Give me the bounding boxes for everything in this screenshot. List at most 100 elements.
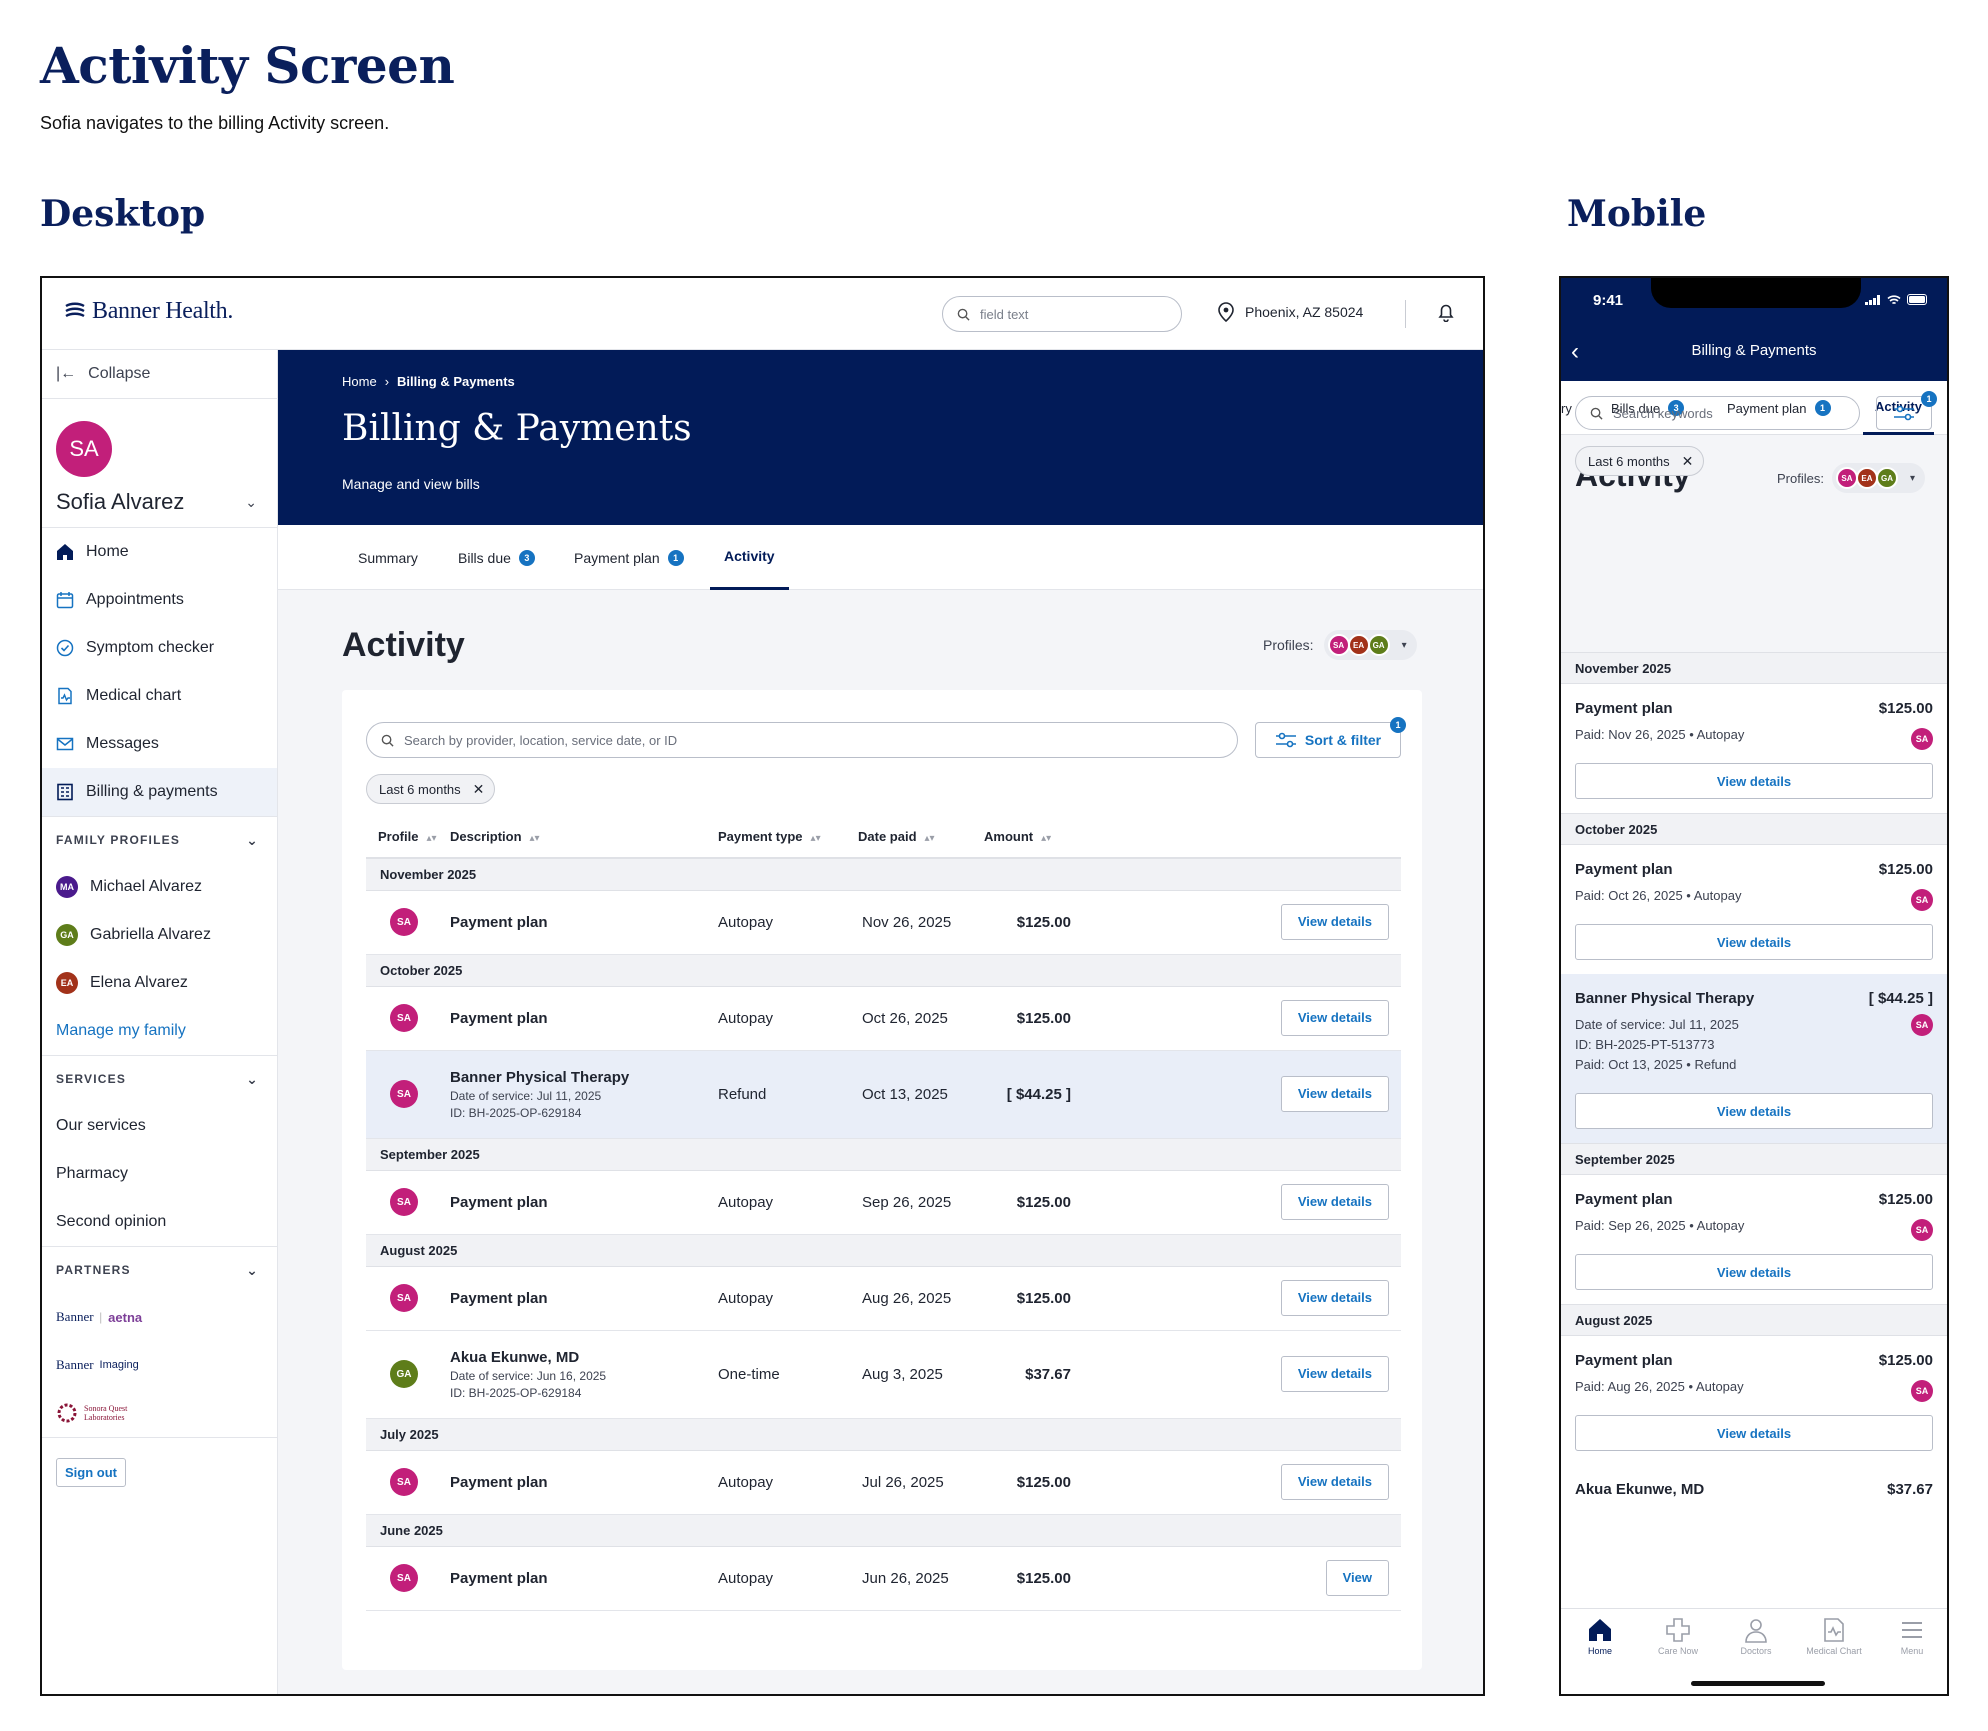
sidebar-item-appointments[interactable]: Appointments [42, 576, 277, 624]
family-member-name: Gabriella Alvarez [90, 926, 211, 943]
user-switcher[interactable]: Sofia Alvarez ⌄ [56, 489, 263, 515]
tab-payment-plan[interactable]: Payment plan 1 [574, 525, 684, 590]
view-details-button[interactable]: View details [1280, 904, 1389, 940]
sidebar-item-messages[interactable]: Messages [42, 720, 277, 768]
date-paid: Sep 26, 2025 [858, 1170, 984, 1235]
nav-menu[interactable]: Menu [1873, 1617, 1947, 1656]
tab-summary[interactable]: ry [1561, 381, 1572, 435]
battery-icon [1907, 294, 1927, 305]
view-details-button[interactable]: View details [1575, 1254, 1933, 1290]
view-details-button[interactable]: View details [1280, 1184, 1389, 1220]
location-pin-icon [1218, 302, 1234, 322]
service-second-opinion[interactable]: Second opinion [42, 1198, 277, 1246]
device-notch [1651, 278, 1861, 308]
view-details-button[interactable]: View details [1575, 763, 1933, 799]
partners-header[interactable]: PARTNERS ⌄ [42, 1247, 277, 1293]
month-group-row: November 2025 [366, 858, 1401, 891]
tab-summary[interactable]: Summary [358, 525, 418, 590]
partner-banner-imaging[interactable]: Banner Imaging [42, 1341, 277, 1389]
family-member-name: Elena Alvarez [90, 974, 188, 991]
family-profiles-header[interactable]: FAMILY PROFILES ⌄ [42, 817, 277, 863]
family-member-elena[interactable]: EA Elena Alvarez [42, 959, 277, 1007]
breadcrumb: Home › Billing & Payments [342, 374, 515, 389]
filter-chip[interactable]: Last 6 months ✕ [1575, 446, 1705, 476]
close-icon[interactable]: ✕ [1682, 453, 1694, 470]
nav-care-now[interactable]: Care Now [1639, 1617, 1717, 1656]
activity-card: Payment plan $125.00 Paid: Oct 26, 2025 • … [1561, 845, 1947, 974]
location-selector[interactable]: Phoenix, AZ 85024 [1217, 302, 1363, 322]
bell-icon[interactable] [1437, 302, 1455, 322]
view-details-button[interactable]: View details [1575, 1093, 1933, 1129]
collapse-button[interactable]: |← Collapse [42, 350, 277, 398]
partner-banner-aetna[interactable]: Banner | aetna [42, 1293, 277, 1341]
profile-chip: GA [1875, 467, 1898, 489]
banner-health-logo[interactable]: Banner Health. [64, 298, 233, 325]
view-details-button[interactable]: View details [1280, 1076, 1389, 1112]
sidebar-item-label: Home [86, 543, 129, 560]
family-member-michael[interactable]: MA Michael Alvarez [42, 863, 277, 911]
sidebar-item-billing[interactable]: Billing & payments [42, 768, 277, 816]
month-label: August 2025 [366, 1234, 1401, 1267]
date-paid: Aug 3, 2025 [858, 1330, 984, 1419]
activity-search-input[interactable]: Search by provider, location, service da… [366, 722, 1238, 758]
sidebar-item-label: Messages [86, 735, 159, 752]
view-details-button[interactable]: View details [1280, 1280, 1389, 1316]
nav-home[interactable]: Home [1561, 1617, 1639, 1656]
manage-family-link[interactable]: Manage my family [42, 1007, 277, 1055]
mobile-search-input[interactable]: Search keywords [1575, 396, 1860, 430]
sort-filter-button[interactable]: Sort & filter 1 [1255, 717, 1406, 758]
service-pharmacy[interactable]: Pharmacy [42, 1150, 277, 1198]
tab-activity[interactable]: Activity [710, 525, 789, 590]
close-icon[interactable]: ✕ [473, 781, 485, 798]
column-header[interactable]: Payment type ▴▾ [718, 816, 858, 859]
sidebar-item-medical-chart[interactable]: Medical chart [42, 672, 277, 720]
nav-medical-chart[interactable]: Medical Chart [1795, 1617, 1873, 1656]
column-header[interactable]: Date paid ▴▾ [858, 816, 984, 859]
breadcrumb-home[interactable]: Home [342, 374, 377, 389]
profiles-selector[interactable]: Profiles: SA EA GA ▾ [1263, 630, 1417, 660]
profile-chip: SA [1327, 634, 1350, 656]
view-details-button[interactable]: View details [1280, 1000, 1389, 1036]
service-our-services[interactable]: Our services [42, 1102, 277, 1150]
services-header[interactable]: SERVICES ⌄ [42, 1056, 277, 1102]
status-time: 9:41 [1593, 292, 1624, 309]
month-label: October 2025 [366, 954, 1401, 987]
table-row: SA Banner Physical Therapy Date of service… [366, 1050, 1401, 1139]
column-header[interactable]: Profile ▴▾ [366, 816, 450, 859]
column-header[interactable]: Description ▴▾ [450, 816, 718, 859]
filter-count-badge: 1 [1390, 717, 1406, 733]
nav-doctors[interactable]: Doctors [1717, 1617, 1795, 1656]
avatar: SA [1911, 889, 1933, 911]
sidebar-nav: Home Appointments Symptom checker Medica… [42, 528, 277, 816]
view-details-button[interactable]: View details [1280, 1356, 1389, 1392]
page-subtitle: Sofia navigates to the billing Activity … [40, 113, 390, 133]
month-group-header: August 2025 [1561, 1304, 1947, 1336]
header-search-input[interactable]: field text [942, 296, 1182, 332]
tab-badge: 1 [667, 549, 684, 566]
aetna-logo-text: aetna [108, 1309, 143, 1325]
view-details-button[interactable]: View details [1280, 1464, 1389, 1500]
view-details-button[interactable]: View [1325, 1560, 1389, 1596]
sidebar-item-symptom-checker[interactable]: Symptom checker [42, 624, 277, 672]
search-icon [381, 734, 394, 747]
date-of-service: Date of service: Jun 16, 2025 [450, 1368, 607, 1383]
chevron-right-icon: › [384, 374, 390, 389]
doctor-icon [1745, 1619, 1767, 1643]
tab-label: ry [1561, 400, 1572, 416]
tab-bills-due[interactable]: Bills due 3 [458, 525, 535, 590]
profiles-selector[interactable]: Profiles: SA EA GA ▾ [1777, 463, 1925, 493]
partner-sonora-quest[interactable]: Sonora Quest Laboratories [42, 1389, 277, 1437]
payment-type: Autopay [718, 986, 858, 1051]
payment-type: One-time [718, 1330, 858, 1419]
column-header[interactable]: Amount ▴▾ [984, 816, 1101, 859]
family-member-gabriella[interactable]: GA Gabriella Alvarez [42, 911, 277, 959]
tab-label: Summary [358, 549, 418, 566]
mobile-filter-button[interactable]: 1 [1876, 391, 1937, 430]
filter-chip[interactable]: Last 6 months ✕ [366, 774, 496, 804]
view-details-button[interactable]: View details [1575, 924, 1933, 960]
view-details-button[interactable]: View details [1575, 1415, 1933, 1451]
filter-count-badge: 1 [1921, 391, 1937, 407]
sidebar-item-home[interactable]: Home [42, 528, 277, 576]
avatar: SA [390, 1284, 418, 1312]
sign-out-button[interactable]: Sign out [56, 1458, 126, 1487]
